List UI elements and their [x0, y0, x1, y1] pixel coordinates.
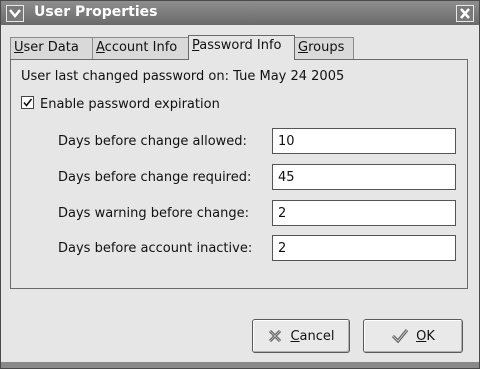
field-label: Days before change required:: [58, 170, 252, 185]
expiration-checkbox-row[interactable]: Enable password expiration: [21, 96, 220, 112]
tab-password-info[interactable]: Password Info: [188, 35, 295, 60]
tab-user-data-label: User Data: [14, 40, 79, 55]
title-bar[interactable]: User Properties: [1, 1, 479, 25]
tab-groups-label: Groups: [298, 40, 345, 55]
tab-bar: User Data Account Info Password Info Gro…: [10, 35, 470, 60]
days-before-change-required-input[interactable]: [272, 164, 456, 190]
ok-button-label: OK: [416, 328, 435, 344]
field-days-warning-before-change: Days warning before change:: [58, 200, 458, 228]
field-days-before-change-allowed: Days before change allowed:: [58, 128, 458, 156]
field-days-before-change-required: Days before change required:: [58, 164, 458, 192]
chevron-down-icon[interactable]: [6, 5, 24, 22]
ok-button[interactable]: OK: [363, 319, 463, 353]
checkmark-icon: [391, 328, 409, 344]
expiration-checkbox[interactable]: [21, 96, 34, 109]
expiration-checkbox-label: Enable password expiration: [40, 97, 220, 112]
last-changed-text: User last changed password on: Tue May 2…: [21, 69, 344, 84]
tab-account-info[interactable]: Account Info: [92, 37, 189, 59]
last-changed-label: User last changed password on:: [21, 69, 229, 84]
tab-user-data[interactable]: User Data: [10, 37, 93, 59]
field-days-before-account-inactive: Days before account inactive:: [58, 235, 458, 263]
field-label: Days warning before change:: [58, 206, 249, 221]
tab-groups[interactable]: Groups: [294, 37, 354, 59]
field-label: Days before change allowed:: [58, 134, 247, 149]
days-before-change-allowed-input[interactable]: [272, 128, 456, 154]
cancel-button[interactable]: Cancel: [252, 319, 350, 353]
user-properties-window: User Properties User Data Account Info P…: [0, 0, 480, 369]
days-warning-before-change-input[interactable]: [272, 200, 456, 226]
tab-account-info-label: Account Info: [96, 40, 178, 55]
days-before-account-inactive-input[interactable]: [272, 235, 456, 261]
tab-password-info-label: Password Info: [192, 38, 282, 53]
field-label: Days before account inactive:: [58, 241, 253, 256]
window-bottom-border: [1, 362, 479, 368]
checkmark-icon: [23, 98, 33, 107]
close-icon[interactable]: [456, 5, 474, 22]
window-title: User Properties: [34, 4, 158, 20]
cancel-button-label: Cancel: [290, 328, 335, 344]
password-info-panel: User last changed password on: Tue May 2…: [10, 59, 468, 289]
last-changed-date: Tue May 24 2005: [233, 69, 345, 84]
cancel-x-icon: [267, 328, 283, 344]
